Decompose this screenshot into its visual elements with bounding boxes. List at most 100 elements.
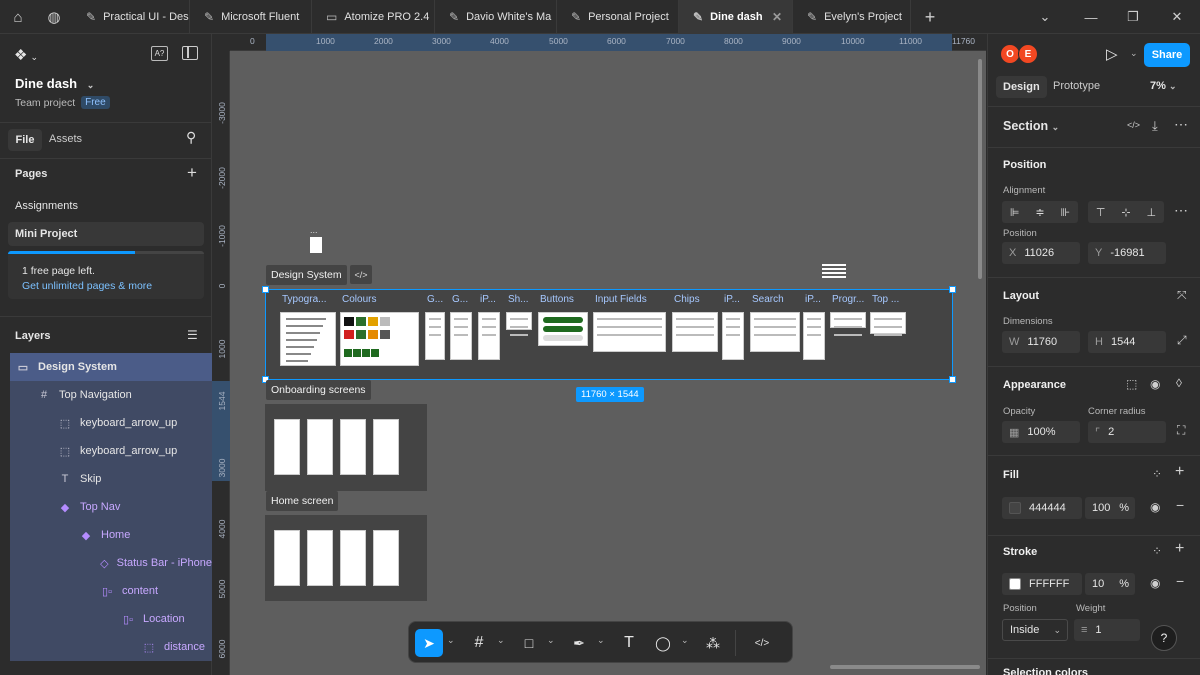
- mini-frame-label[interactable]: iP...: [805, 294, 821, 305]
- mini-frame[interactable]: [506, 312, 532, 336]
- mini-frame-label[interactable]: Search: [752, 294, 784, 305]
- text-tool-icon[interactable]: T: [615, 629, 643, 657]
- mini-frame[interactable]: [830, 312, 866, 336]
- stroke-opacity-field[interactable]: 10%: [1085, 573, 1135, 595]
- design-system-section-label[interactable]: Design System: [266, 265, 347, 285]
- fill-color-field[interactable]: 444444: [1002, 497, 1082, 519]
- tab-1[interactable]: ✎ Microsoft Fluent: [190, 0, 312, 34]
- sidebar-toggle-icon[interactable]: [182, 46, 198, 60]
- dev-code-icon[interactable]: </>: [1127, 120, 1140, 130]
- layer-row[interactable]: ⬚ distance: [10, 633, 212, 661]
- mini-frame[interactable]: [538, 312, 588, 346]
- fill-swatch[interactable]: [1009, 502, 1021, 514]
- height-field[interactable]: H 1544: [1088, 331, 1166, 353]
- styles-grid-icon[interactable]: ⁘: [1152, 544, 1162, 558]
- mini-frame-label[interactable]: iP...: [724, 294, 740, 305]
- fill-opacity-field[interactable]: 100%: [1085, 497, 1135, 519]
- tab-design[interactable]: Design: [996, 76, 1047, 98]
- plan-badge[interactable]: Free: [81, 96, 110, 109]
- section-type-dropdown[interactable]: Section ⌄: [1003, 119, 1059, 133]
- chevron-down-icon[interactable]: ⌄: [1022, 0, 1068, 34]
- small-frame[interactable]: [822, 264, 846, 278]
- ai-icon[interactable]: A?: [151, 46, 168, 61]
- tab-prototype[interactable]: Prototype: [1053, 80, 1100, 92]
- fill-visibility-eye-icon[interactable]: ◉: [1150, 500, 1160, 514]
- corner-radius-field[interactable]: ⌜ 2: [1088, 421, 1166, 443]
- mini-frame-label[interactable]: iP...: [480, 294, 496, 305]
- share-button[interactable]: Share: [1144, 43, 1190, 67]
- close-tab-icon[interactable]: ✕: [772, 10, 782, 24]
- chevron-down-icon[interactable]: ⌄: [597, 635, 605, 646]
- align-right-icon[interactable]: ⊪: [1060, 206, 1070, 219]
- mini-frame[interactable]: [450, 312, 472, 360]
- layer-row[interactable]: ◆ Top Nav: [10, 493, 212, 521]
- chevron-down-icon[interactable]: ⌄: [497, 635, 505, 646]
- add-stroke-plus-icon[interactable]: +: [1175, 540, 1184, 558]
- mini-frame[interactable]: [593, 312, 666, 352]
- tab-3[interactable]: ✎ Davio White's Ma: [435, 0, 557, 34]
- vertical-scrollbar[interactable]: [978, 59, 982, 279]
- new-tab-plus-icon[interactable]: +: [912, 0, 948, 34]
- figma-menu-icon[interactable]: ❖ ⌄: [14, 46, 38, 64]
- opacity-field[interactable]: ▦ 100%: [1002, 421, 1080, 443]
- mini-frame[interactable]: [340, 312, 419, 366]
- layer-row[interactable]: ◇ Status Bar - iPhone: [10, 549, 212, 577]
- home-frame[interactable]: [274, 530, 300, 586]
- align-bottom-icon[interactable]: ⊥: [1146, 206, 1156, 219]
- layer-row[interactable]: ◆ Home: [10, 521, 212, 549]
- align-center-h-icon[interactable]: ≑: [1035, 206, 1044, 219]
- resize-layout-icon[interactable]: ⤧: [1177, 288, 1187, 303]
- eye-icon[interactable]: ◉: [1150, 377, 1160, 391]
- remove-fill-icon[interactable]: −: [1176, 497, 1184, 513]
- dev-mode-icon[interactable]: </>: [350, 265, 372, 284]
- mini-frame[interactable]: [722, 312, 744, 360]
- width-field[interactable]: W 11760: [1002, 331, 1080, 353]
- mini-frame-label[interactable]: Chips: [674, 294, 700, 305]
- rectangle-tool-icon[interactable]: □: [515, 629, 543, 657]
- actions-tool-icon[interactable]: ⁂: [699, 629, 727, 657]
- layer-row[interactable]: ▭ Design System: [10, 353, 212, 381]
- mini-frame-label[interactable]: Typogra...: [282, 294, 326, 305]
- avatar[interactable]: E: [1018, 44, 1038, 64]
- resize-handle[interactable]: [949, 376, 956, 383]
- stroke-weight-field[interactable]: ≡ 1: [1074, 619, 1140, 641]
- onboarding-section[interactable]: [265, 404, 427, 491]
- chevron-down-icon[interactable]: ⌄: [681, 635, 689, 646]
- layer-row[interactable]: ⬚ keyboard_arrow_up: [10, 437, 212, 465]
- tab-4[interactable]: ✎ Personal Project: [557, 0, 679, 34]
- home-icon[interactable]: ⌂: [0, 0, 36, 34]
- stroke-swatch[interactable]: [1009, 578, 1021, 590]
- remove-stroke-icon[interactable]: −: [1176, 573, 1184, 589]
- canvas[interactable]: ... Design System </> Typogra... Colours G…: [230, 51, 986, 675]
- mini-frame-label[interactable]: Top ...: [872, 294, 899, 305]
- styles-grid-icon[interactable]: ⁘: [1152, 467, 1162, 481]
- chevron-down-icon[interactable]: ⌄: [547, 635, 555, 646]
- mini-frame[interactable]: [803, 312, 825, 360]
- style-icon[interactable]: ⬚: [1126, 377, 1137, 391]
- add-fill-plus-icon[interactable]: +: [1175, 463, 1184, 481]
- pen-tool-icon[interactable]: ✒: [565, 629, 593, 657]
- resize-handle[interactable]: [262, 286, 269, 293]
- x-field[interactable]: X 11026: [1002, 242, 1080, 264]
- more-align-icon[interactable]: ⋯: [1174, 202, 1188, 219]
- more-icon[interactable]: ⋯: [1174, 116, 1188, 133]
- upsell-link[interactable]: Get unlimited pages & more: [22, 280, 152, 292]
- stroke-color-field[interactable]: FFFFFF: [1002, 573, 1082, 595]
- layer-row[interactable]: ▯▫ Location: [10, 605, 212, 633]
- globe-icon[interactable]: ◍: [36, 0, 72, 34]
- layer-row[interactable]: T Skip: [10, 465, 212, 493]
- tab-6[interactable]: ✎ Evelyn's Project: [793, 0, 911, 34]
- add-page-plus-icon[interactable]: +: [187, 163, 197, 183]
- mini-frame-label[interactable]: Sh...: [508, 294, 529, 305]
- design-system-section[interactable]: Typogra... Colours G... G... iP... Sh... Butto…: [262, 286, 956, 383]
- small-frame[interactable]: [310, 237, 322, 253]
- tab-5[interactable]: ✎ Dine dash ✕: [679, 0, 793, 34]
- layer-row[interactable]: ▯▫ content: [10, 577, 212, 605]
- home-section-label[interactable]: Home screen: [266, 491, 339, 511]
- home-section[interactable]: [265, 515, 427, 601]
- blend-drop-icon[interactable]: ◊: [1176, 376, 1182, 390]
- independent-corners-icon[interactable]: ⛶: [1177, 423, 1185, 438]
- search-icon[interactable]: ⚲: [186, 129, 196, 146]
- align-left-icon[interactable]: ⊫: [1010, 206, 1020, 219]
- chevron-down-icon[interactable]: ⌄: [447, 635, 455, 646]
